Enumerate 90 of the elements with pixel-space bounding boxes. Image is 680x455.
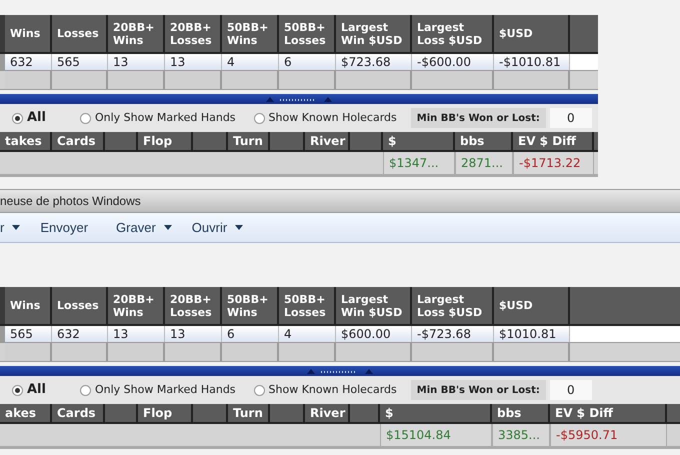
- column-header: Largest Loss $USD: [412, 15, 494, 52]
- toolbar-button[interactable]: Graver: [116, 218, 172, 238]
- table-cell: $1347...: [383, 152, 455, 174]
- column-header: akes: [0, 404, 52, 422]
- table-cell: 13: [165, 54, 222, 70]
- table-cell: 6: [279, 54, 336, 70]
- table-cell: 4: [222, 54, 279, 70]
- column-header: Largest Loss $USD: [412, 287, 494, 324]
- table-cell: $723.68: [336, 54, 412, 70]
- table-cell: $1010.81: [494, 326, 570, 342]
- radio-button[interactable]: [80, 112, 91, 124]
- column-header: 20BB+ Losses: [165, 15, 222, 52]
- column-header: 20BB+ Wins: [108, 15, 165, 52]
- toolbar-button[interactable]: Ouvrir: [192, 218, 244, 238]
- table-cell: -$1713.22: [513, 152, 594, 174]
- window-title: neuse de photos Windows: [0, 193, 141, 210]
- column-header: Flop: [138, 132, 193, 150]
- column-header: bbs: [455, 132, 513, 150]
- radio-button[interactable]: [12, 112, 23, 124]
- radio-button[interactable]: [12, 384, 23, 396]
- table-cell: 13: [165, 326, 222, 342]
- table-cell: -$600.00: [412, 54, 494, 70]
- caret-icon: [235, 225, 244, 230]
- caret-icon: [12, 225, 20, 230]
- radio-button[interactable]: [254, 112, 265, 124]
- radio-label: Show Known Holecards: [268, 382, 397, 398]
- column-header: Cards: [52, 132, 105, 150]
- radio-button[interactable]: [254, 384, 265, 396]
- column-header: Flop: [138, 404, 193, 422]
- table-cell: 632: [5, 54, 52, 70]
- input-field[interactable]: 0: [550, 380, 592, 400]
- column-header: 50BB+ Losses: [279, 15, 336, 52]
- column-header: Turn: [228, 404, 270, 422]
- column-header: 50BB+ Wins: [222, 287, 279, 324]
- table-cell: 13: [108, 54, 165, 70]
- column-header: River: [305, 132, 350, 150]
- column-header: EV $ Diff: [513, 132, 594, 150]
- radio-label: All: [27, 109, 46, 128]
- column-header: 50BB+ Losses: [279, 287, 336, 324]
- splitter-bar[interactable]: [0, 94, 598, 104]
- toolbar-button[interactable]: r: [0, 218, 20, 238]
- table-cell: 2871...: [455, 152, 513, 174]
- table-cell: $15104.84: [380, 424, 492, 446]
- table-cell: -$723.68: [412, 326, 494, 342]
- radio-label: Only Show Marked Hands: [94, 382, 236, 398]
- splitter-bar[interactable]: [0, 366, 680, 376]
- table-cell: -$5950.71: [550, 424, 667, 446]
- column-header: [594, 132, 598, 150]
- column-header: $: [383, 132, 455, 150]
- table-cell: 565: [52, 54, 108, 70]
- column-header: EV $ Diff: [550, 404, 667, 422]
- input-field[interactable]: 0: [550, 108, 592, 128]
- column-header: 20BB+ Wins: [108, 287, 165, 324]
- table-cell: 4: [279, 326, 336, 342]
- column-header: Largest Win $USD: [336, 15, 412, 52]
- radio-label: Only Show Marked Hands: [94, 110, 236, 126]
- field-label: Min BB's Won or Lost:: [410, 108, 546, 128]
- column-header: $USD: [494, 15, 570, 52]
- table-cell: $600.00: [336, 326, 412, 342]
- toolbar-button[interactable]: Envoyer: [40, 218, 88, 238]
- grip-icon: [266, 96, 332, 102]
- column-header: $: [380, 404, 492, 422]
- column-header: 20BB+ Losses: [165, 287, 222, 324]
- table-cell: 6: [222, 326, 279, 342]
- table-cell: -$1010.81: [494, 54, 570, 70]
- column-header: Largest Win $USD: [336, 287, 412, 324]
- caret-icon: [164, 225, 172, 230]
- grip-icon: [307, 368, 373, 374]
- table-cell: 632: [52, 326, 108, 342]
- column-header: takes: [0, 132, 52, 150]
- table-cell: 13: [108, 326, 165, 342]
- column-header: River: [305, 404, 350, 422]
- column-header: Turn: [228, 132, 270, 150]
- column-header: bbs: [492, 404, 550, 422]
- column-header: Wins: [5, 15, 52, 52]
- column-header: Wins: [5, 287, 52, 324]
- radio-button[interactable]: [80, 384, 91, 396]
- table-cell: 3385...: [492, 424, 550, 446]
- table-cell: [570, 54, 598, 70]
- table-cell: 565: [5, 326, 52, 342]
- column-header: $USD: [494, 287, 570, 324]
- column-header: 50BB+ Wins: [222, 15, 279, 52]
- column-header: Losses: [52, 287, 108, 324]
- field-label: Min BB's Won or Lost:: [410, 380, 546, 400]
- radio-label: Show Known Holecards: [268, 110, 397, 126]
- column-header: [570, 15, 598, 52]
- column-header: Cards: [52, 404, 105, 422]
- column-header: [667, 404, 680, 422]
- column-header: Losses: [52, 15, 108, 52]
- radio-label: All: [27, 381, 46, 400]
